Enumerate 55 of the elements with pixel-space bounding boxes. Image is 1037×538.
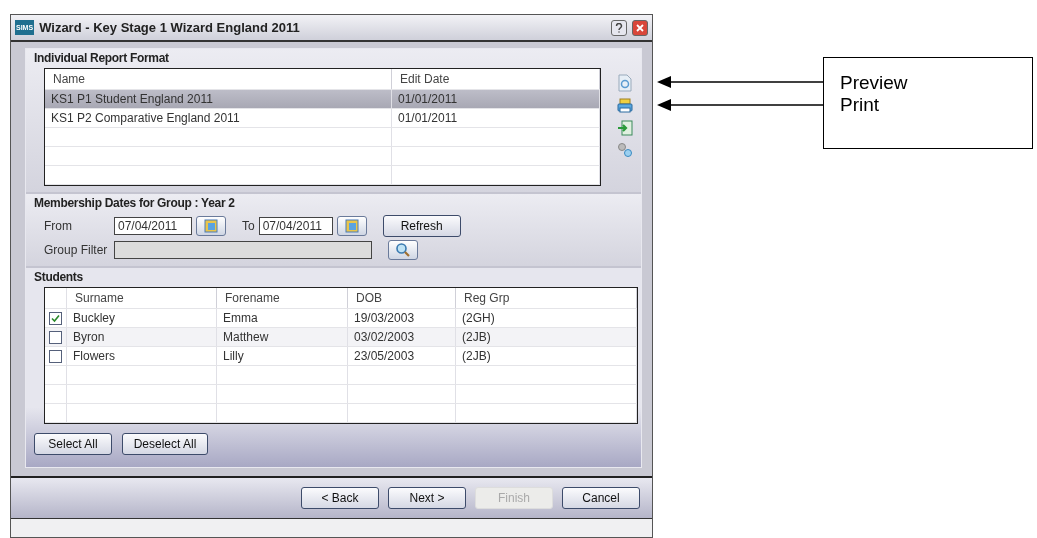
close-button[interactable] — [632, 19, 648, 36]
column-header: Edit Date — [392, 69, 600, 89]
checkbox[interactable] — [49, 349, 62, 363]
select-button[interactable]: Deselect All — [122, 433, 208, 455]
table-cell: KS1 P2 Comparative England 2011 — [45, 109, 392, 127]
table-cell: 01/01/2011 — [392, 109, 600, 127]
wizard-button[interactable]: Next > — [388, 487, 466, 509]
table-cell: (2JB) — [456, 347, 637, 365]
table-cell: (2JB) — [456, 328, 637, 346]
table-cell: Lilly — [217, 347, 348, 365]
table-cell: 01/01/2011 — [392, 90, 600, 108]
table-cell: (2GH) — [456, 309, 637, 327]
help-button[interactable] — [611, 19, 627, 36]
column-header: DOB — [348, 288, 456, 308]
calendar-button[interactable] — [196, 216, 226, 236]
table-cell: KS1 P1 Student England 2011 — [45, 90, 392, 108]
close-icon — [636, 23, 644, 32]
wizard-button[interactable]: Cancel — [562, 487, 640, 509]
table-cell: Buckley — [67, 309, 217, 327]
report-row[interactable]: KS1 P1 Student England 2011 01/01/2011 — [45, 90, 600, 109]
from-date-field[interactable]: 07/04/2011 — [114, 217, 192, 235]
search-icon — [395, 242, 411, 258]
table-cell: Flowers — [67, 347, 217, 365]
callout-text: Print — [840, 94, 881, 116]
export-icon[interactable] — [617, 120, 633, 136]
calendar-button[interactable] — [336, 216, 367, 236]
question-mark-icon — [615, 22, 623, 33]
wizard-button[interactable]: < Back — [301, 487, 379, 509]
column-header: Name — [45, 69, 392, 89]
checkbox[interactable] — [49, 330, 62, 344]
table-cell: 19/03/2003 — [348, 309, 456, 327]
section-title: Membership Dates for Group : Year 2 — [34, 196, 236, 210]
report-row[interactable]: KS1 P2 Comparative England 2011 01/01/2011 — [45, 109, 600, 128]
printer-icon[interactable] — [617, 98, 633, 114]
column-header: Reg Grp — [456, 288, 637, 308]
section-title: Individual Report Format — [34, 51, 170, 65]
group-filter-label: Group Filter — [44, 243, 109, 257]
table-cell: 03/02/2003 — [348, 328, 456, 346]
column-header: Forename — [217, 288, 348, 308]
from-label: From — [44, 219, 73, 233]
refresh-button[interactable]: Refresh — [382, 215, 461, 237]
column-header: Surname — [67, 288, 217, 308]
window-title: Wizard - Key Stage 1 Wizard England 2011 — [39, 20, 301, 35]
table-cell: Emma — [217, 309, 348, 327]
to-label: To — [242, 219, 255, 233]
callout-text: Preview — [840, 72, 909, 94]
table-cell: 23/05/2003 — [348, 347, 456, 365]
to-date-field[interactable]: 07/04/2011 — [258, 217, 333, 235]
table-cell: Matthew — [217, 328, 348, 346]
section-title: Students — [34, 270, 84, 284]
table-cell: Byron — [67, 328, 217, 346]
search-button[interactable] — [388, 240, 418, 260]
checkbox[interactable] — [49, 311, 62, 325]
select-button[interactable]: Select All — [34, 433, 112, 455]
preview-icon[interactable] — [617, 74, 633, 92]
